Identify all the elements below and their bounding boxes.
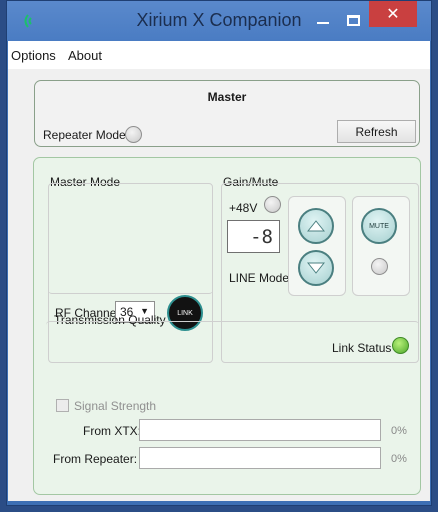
phantom-48v-label: +48V [229, 201, 258, 215]
line-mode-label: LINE Mode [229, 271, 290, 285]
signal-strength-label: Signal Strength [74, 399, 157, 413]
minimize-button[interactable] [309, 4, 337, 36]
from-xtx-label: From XTX: [83, 424, 142, 438]
master-panel: Master Repeater Mode Refresh [34, 80, 420, 147]
repeater-mode-indicator[interactable] [125, 126, 142, 143]
menu-options[interactable]: Options [11, 48, 56, 63]
minimize-icon [317, 22, 329, 24]
gain-down-button[interactable] [298, 250, 334, 286]
signal-strength-checkbox[interactable] [56, 399, 69, 412]
mute-button[interactable]: MUTE [361, 208, 397, 244]
maximize-icon [346, 14, 360, 26]
phantom-48v-indicator[interactable] [264, 196, 281, 213]
link-status-indicator [392, 337, 409, 354]
mute-indicator [371, 258, 388, 275]
repeater-mode-label: Repeater Mode [43, 128, 126, 142]
gain-up-button[interactable] [298, 208, 334, 244]
gain-display: -8 [227, 220, 280, 253]
from-xtx-percent: 0% [391, 425, 407, 437]
triangle-up-icon [307, 220, 325, 232]
title-bar[interactable]: Xirium X Companion ✕ [7, 1, 431, 41]
menu-bar: Options About [8, 41, 430, 69]
close-icon: ✕ [386, 6, 400, 23]
from-repeater-percent: 0% [391, 453, 407, 465]
maximize-button[interactable] [338, 4, 368, 36]
close-button[interactable]: ✕ [369, 1, 417, 27]
app-window: Xirium X Companion ✕ Options About Maste… [6, 0, 432, 506]
client-area: Master Repeater Mode Refresh Master Mode… [8, 69, 430, 501]
link-status-label: Link Status [332, 341, 392, 355]
triangle-down-icon [307, 262, 325, 274]
master-title: Master [207, 90, 247, 104]
menu-about[interactable]: About [68, 48, 102, 63]
refresh-button[interactable]: Refresh [337, 120, 416, 143]
from-xtx-bar [139, 419, 381, 441]
from-repeater-label: From Repeater: [53, 452, 138, 466]
from-repeater-bar [139, 447, 381, 469]
